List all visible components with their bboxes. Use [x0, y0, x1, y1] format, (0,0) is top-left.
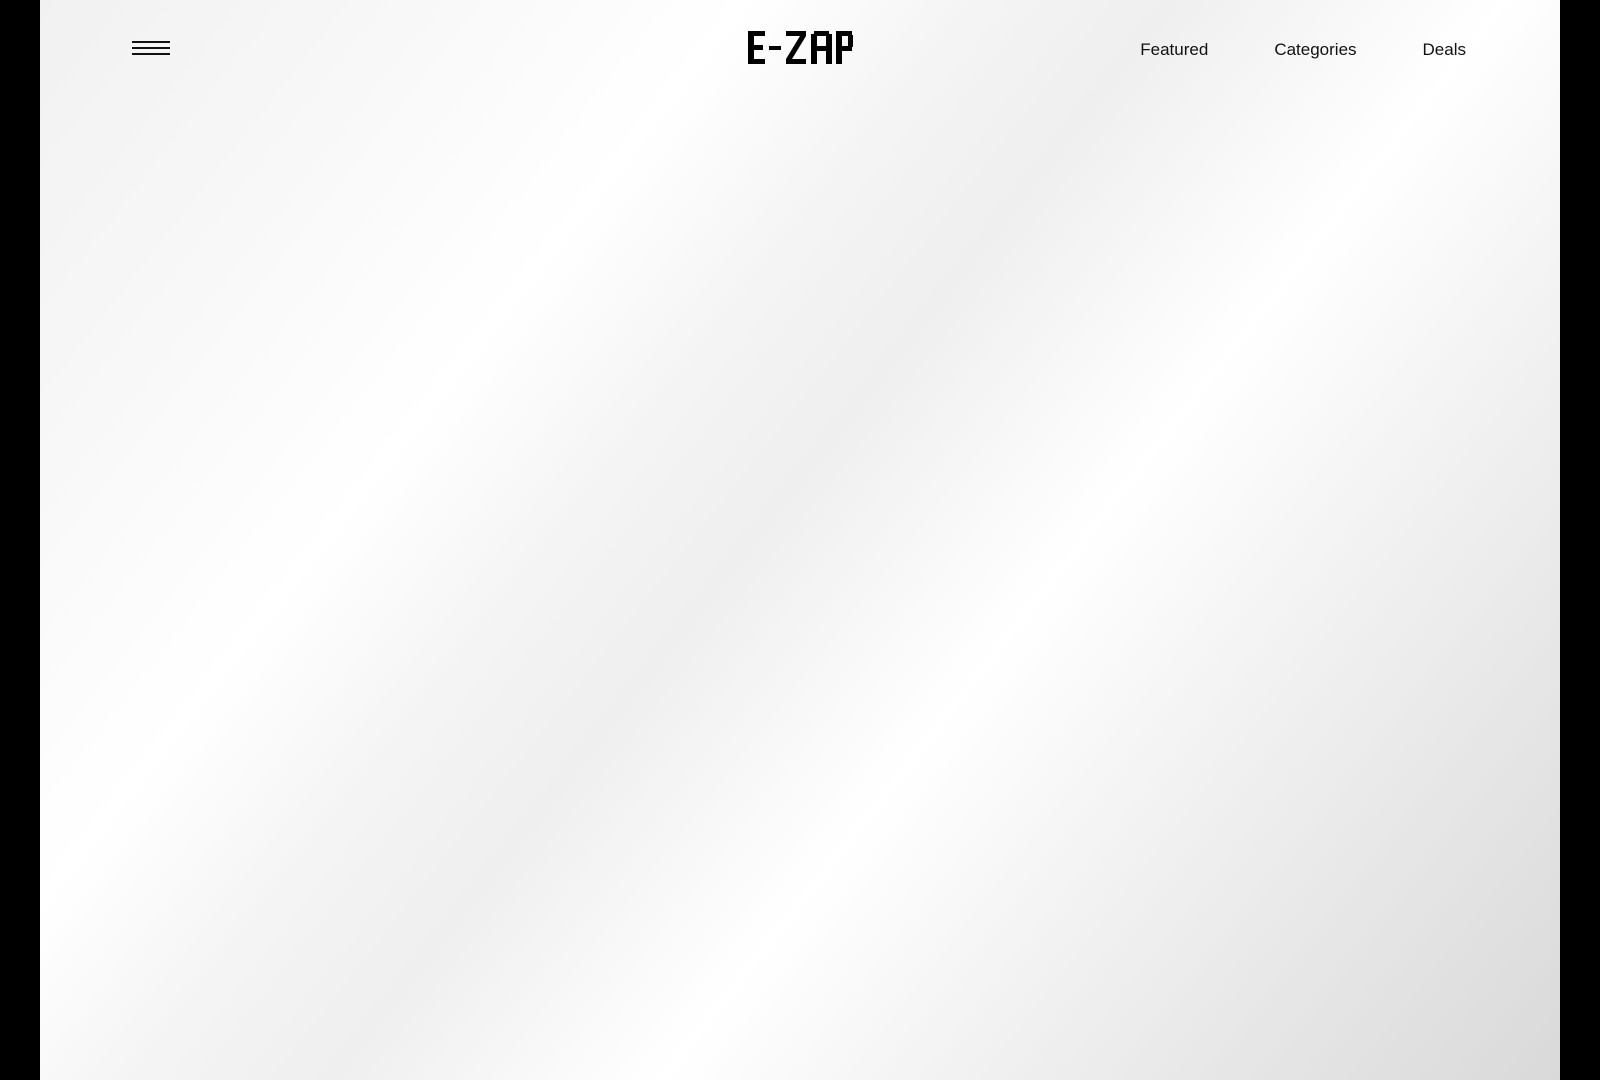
brand-logo[interactable] [745, 26, 855, 70]
menu-icon [132, 41, 170, 55]
nav-categories-link[interactable]: Categories [1274, 38, 1356, 62]
site-header: Featured Categories Deals [40, 0, 1560, 100]
primary-navigation: Featured Categories Deals [1140, 38, 1466, 62]
hero-page: Featured Categories Deals [40, 0, 1560, 1080]
brand-logo-wordmark [748, 31, 853, 64]
browser-viewport: Featured Categories Deals [0, 0, 1600, 1080]
nav-deals-link[interactable]: Deals [1423, 38, 1466, 62]
menu-button[interactable] [128, 36, 172, 60]
nav-featured-link[interactable]: Featured [1140, 38, 1208, 62]
